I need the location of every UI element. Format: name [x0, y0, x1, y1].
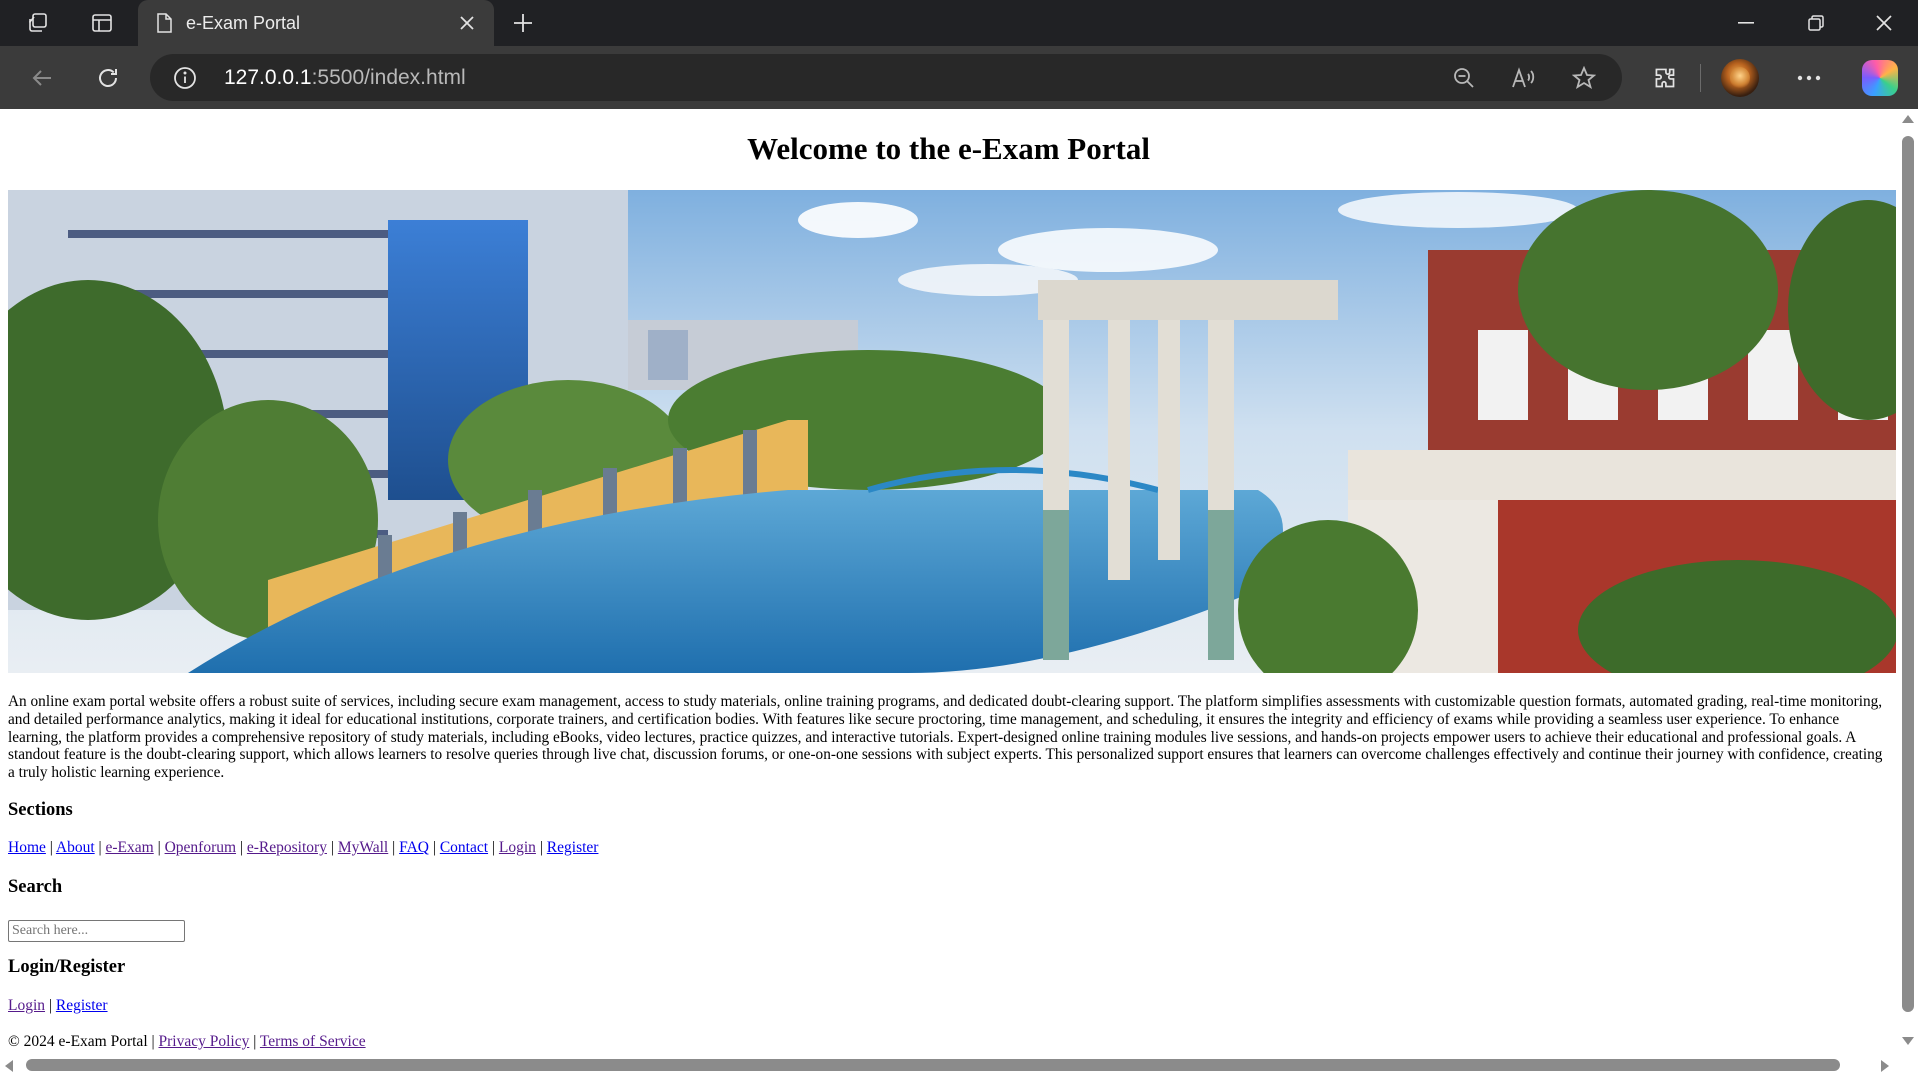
minimize-icon[interactable]	[1712, 0, 1780, 46]
search-input[interactable]	[8, 920, 185, 942]
link-separator: |	[49, 839, 53, 856]
url-host: 127.0.0.1	[224, 66, 312, 89]
login-register-heading: Login/Register	[8, 957, 126, 977]
workspaces-icon[interactable]	[20, 6, 56, 40]
link-separator: |	[491, 839, 496, 856]
link-separator: |	[539, 839, 543, 856]
copyright-text: © 2024 e-Exam Portal	[8, 1033, 148, 1050]
favorite-star-icon[interactable]	[1568, 62, 1600, 94]
scroll-left-arrow-icon[interactable]	[4, 1059, 14, 1073]
nav-link-about[interactable]: About	[56, 839, 95, 856]
nav-link-contact[interactable]: Contact	[440, 839, 488, 856]
nav-link-openforum[interactable]: Openforum	[165, 839, 236, 856]
close-window-icon[interactable]	[1850, 0, 1918, 46]
toolbar-divider	[1700, 64, 1701, 92]
url-path: :5500/index.html	[311, 66, 466, 89]
vertical-scroll-thumb[interactable]	[1902, 136, 1914, 1012]
nav-link-login[interactable]: Login	[499, 839, 536, 856]
page-viewport: Welcome to the e-Exam Portal An online e…	[0, 109, 1897, 1055]
new-tab-icon[interactable]	[506, 6, 540, 40]
url-text[interactable]: 127.0.0.1:5500/index.html	[224, 66, 466, 90]
back-arrow-icon[interactable]	[22, 58, 62, 98]
link-separator: |	[239, 839, 244, 856]
scroll-down-arrow-icon[interactable]	[1901, 1036, 1915, 1046]
vertical-tabs-icon[interactable]	[84, 6, 120, 40]
link-separator: |	[98, 839, 102, 856]
link-separator: |	[157, 839, 161, 856]
browser-tab-active[interactable]: e-Exam Portal	[138, 0, 494, 46]
nav-link-register[interactable]: Register	[547, 839, 599, 856]
nav-link-mywall[interactable]: MyWall	[338, 839, 388, 856]
terms-of-service-link[interactable]: Terms of Service	[260, 1033, 366, 1050]
browser-tab-bar: e-Exam Portal	[0, 0, 1918, 46]
sections-heading: Sections	[8, 800, 73, 820]
scroll-right-arrow-icon[interactable]	[1880, 1059, 1890, 1073]
hero-image	[8, 190, 1896, 673]
tab-close-icon[interactable]	[452, 8, 482, 38]
login-link[interactable]: Login	[8, 997, 45, 1014]
read-aloud-icon[interactable]	[1508, 62, 1540, 94]
campus-photo-icon	[8, 190, 1896, 673]
restore-icon[interactable]	[1782, 0, 1850, 46]
address-bar[interactable]: 127.0.0.1:5500/index.html	[150, 54, 1622, 101]
link-separator: |	[330, 839, 334, 856]
link-separator: |	[432, 839, 436, 856]
browser-toolbar: 127.0.0.1:5500/index.html	[0, 46, 1918, 109]
privacy-policy-link[interactable]: Privacy Policy	[158, 1033, 249, 1050]
auth-links: Login | Register	[8, 997, 108, 1015]
nav-link-e-exam[interactable]: e-Exam	[106, 839, 154, 856]
page-title: Welcome to the e-Exam Portal	[747, 131, 1150, 166]
zoom-out-icon[interactable]	[1448, 62, 1480, 94]
extensions-icon[interactable]	[1645, 58, 1685, 98]
portal-description: An online exam portal website offers a r…	[8, 693, 1883, 782]
more-options-icon[interactable]	[1789, 58, 1829, 98]
horizontal-scroll-thumb[interactable]	[26, 1059, 1840, 1071]
nav-link-faq[interactable]: FAQ	[399, 839, 429, 856]
nav-link-home[interactable]: Home	[8, 839, 46, 856]
scroll-up-arrow-icon[interactable]	[1901, 114, 1915, 124]
profile-avatar[interactable]	[1721, 59, 1759, 97]
link-separator: |	[151, 1033, 155, 1050]
link-separator: |	[48, 997, 53, 1014]
page-favicon-icon	[154, 12, 174, 34]
reload-icon[interactable]	[88, 58, 128, 98]
nav-link-e-repository[interactable]: e-Repository	[247, 839, 327, 856]
tab-title: e-Exam Portal	[186, 13, 301, 33]
copilot-icon[interactable]	[1862, 60, 1898, 96]
page-footer: © 2024 e-Exam Portal | Privacy Policy | …	[8, 1033, 366, 1051]
site-info-icon[interactable]	[172, 65, 198, 91]
link-separator: |	[392, 839, 396, 856]
register-link[interactable]: Register	[56, 997, 108, 1014]
sections-nav: Home | About | e-Exam | Openforum | e-Re…	[8, 839, 598, 857]
search-heading: Search	[8, 877, 63, 897]
link-separator: |	[253, 1033, 257, 1050]
